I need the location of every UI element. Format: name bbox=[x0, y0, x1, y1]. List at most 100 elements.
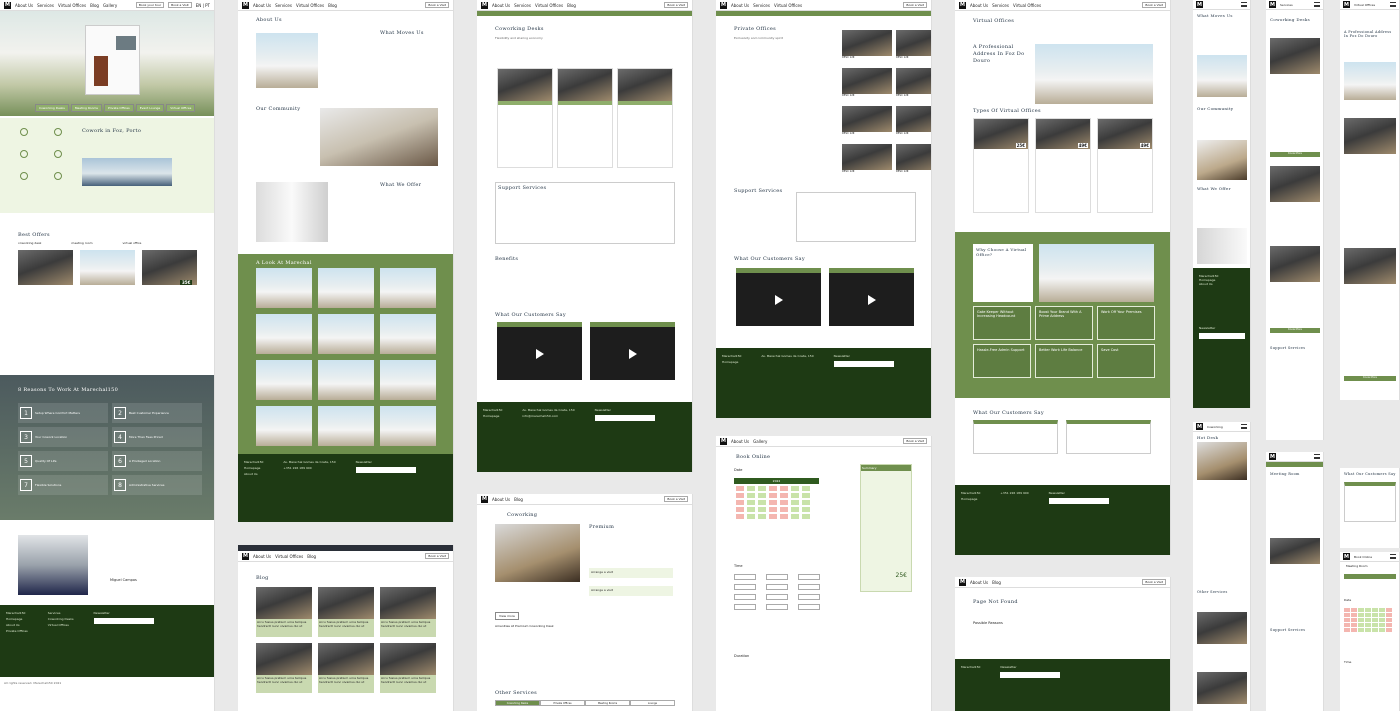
play-icon[interactable] bbox=[535, 348, 544, 359]
blog-card[interactable]: Arcu fusius pretium urna tempus hendreri… bbox=[380, 643, 436, 693]
calendar-day[interactable] bbox=[1344, 618, 1350, 622]
footer-link[interactable]: About Us bbox=[1199, 282, 1244, 286]
calendar-day[interactable] bbox=[1379, 613, 1385, 617]
desk-card[interactable] bbox=[497, 68, 553, 168]
virtual-card[interactable]: 49€ bbox=[1035, 118, 1091, 213]
calendar-day[interactable] bbox=[769, 493, 777, 498]
nav-blog[interactable]: Blog bbox=[514, 497, 523, 502]
video-card[interactable] bbox=[736, 268, 821, 326]
gallery-image[interactable] bbox=[380, 314, 436, 354]
calendar-day[interactable] bbox=[1379, 608, 1385, 612]
service-button[interactable]: Meeting Rooms bbox=[70, 104, 102, 112]
calendar-day[interactable] bbox=[1386, 618, 1392, 622]
book-visit-button[interactable]: Book a Visit bbox=[903, 438, 927, 444]
nav-about[interactable]: About Us bbox=[492, 497, 510, 502]
calendar-day[interactable] bbox=[769, 486, 777, 491]
calendar-day[interactable] bbox=[1386, 623, 1392, 627]
gallery-image[interactable] bbox=[380, 406, 436, 446]
language-switch[interactable]: EN | PT bbox=[196, 3, 210, 8]
calendar-day[interactable] bbox=[1372, 628, 1378, 632]
calendar-day[interactable] bbox=[1365, 608, 1371, 612]
newsletter-input[interactable] bbox=[93, 618, 154, 624]
service-button[interactable]: Coworking Desks bbox=[35, 104, 69, 112]
gallery-image[interactable] bbox=[380, 268, 436, 308]
office-card[interactable]: DESC 12€ bbox=[842, 106, 892, 140]
calendar-day[interactable] bbox=[736, 514, 744, 519]
blog-card[interactable]: Arcu fusius pretium urna tempus hendreri… bbox=[256, 587, 312, 637]
arrange-visit-card[interactable]: Arrange a visit bbox=[589, 568, 673, 578]
logo[interactable]: M bbox=[1196, 423, 1203, 430]
logo[interactable]: M bbox=[481, 495, 488, 503]
nav-about[interactable]: About Us bbox=[15, 3, 33, 8]
calendar-day[interactable] bbox=[1365, 623, 1371, 627]
arrange-visit-card[interactable]: Arrange a visit bbox=[589, 586, 673, 596]
calendar-day[interactable] bbox=[758, 507, 766, 512]
calendar-day[interactable] bbox=[780, 493, 788, 498]
footer-link[interactable]: About Us bbox=[6, 623, 28, 627]
calendar-day[interactable] bbox=[791, 514, 799, 519]
book-visit-button[interactable]: Book a Visit bbox=[168, 2, 192, 8]
book-visit-button[interactable]: Book a Visit bbox=[425, 553, 449, 559]
calendar-day[interactable] bbox=[1351, 623, 1357, 627]
calendar-day[interactable] bbox=[758, 514, 766, 519]
footer-link[interactable]: Coworking Desks bbox=[48, 617, 74, 621]
blog-card[interactable]: Arcu fusius pretium urna tempus hendreri… bbox=[256, 643, 312, 693]
service-button[interactable]: Event Lounge bbox=[135, 104, 165, 112]
calendar-day[interactable] bbox=[1358, 623, 1364, 627]
desk-card[interactable] bbox=[557, 68, 613, 168]
calendar-day[interactable] bbox=[1351, 618, 1357, 622]
menu-icon[interactable] bbox=[1241, 424, 1247, 429]
calendar-day[interactable] bbox=[780, 507, 788, 512]
know-more-button[interactable]: Know More bbox=[1270, 152, 1320, 157]
calendar-day[interactable] bbox=[736, 493, 744, 498]
footer-link[interactable]: Private Offices bbox=[6, 629, 28, 633]
calendar-day[interactable] bbox=[1344, 623, 1350, 627]
menu-icon[interactable] bbox=[1390, 2, 1396, 7]
calendar-day[interactable] bbox=[1351, 628, 1357, 632]
calendar-day[interactable] bbox=[1344, 613, 1350, 617]
video-card[interactable] bbox=[590, 322, 675, 380]
calendar-day[interactable] bbox=[1351, 613, 1357, 617]
calendar-day[interactable] bbox=[1386, 613, 1392, 617]
time-slot[interactable] bbox=[798, 594, 820, 600]
nav-about[interactable]: About Us bbox=[253, 554, 271, 559]
nav-services[interactable]: Services bbox=[275, 3, 292, 8]
newsletter-input[interactable] bbox=[1000, 672, 1061, 678]
nav-gallery[interactable]: Gallery bbox=[103, 3, 117, 8]
menu-icon[interactable] bbox=[1390, 554, 1396, 559]
nav-services[interactable]: Services bbox=[753, 3, 770, 8]
newsletter-input[interactable] bbox=[1199, 333, 1245, 339]
office-card[interactable]: DESC 12€ bbox=[896, 68, 931, 102]
calendar-day[interactable] bbox=[758, 500, 766, 505]
gallery-image[interactable] bbox=[318, 406, 374, 446]
video-card[interactable] bbox=[497, 322, 582, 380]
calendar-day[interactable] bbox=[769, 500, 777, 505]
nav-gallery[interactable]: Gallery bbox=[753, 439, 767, 444]
menu-icon[interactable] bbox=[1314, 2, 1320, 7]
nav-blog[interactable]: Blog bbox=[992, 580, 1001, 585]
calendar-day[interactable] bbox=[1386, 628, 1392, 632]
service-button[interactable]: Private Offices bbox=[103, 104, 134, 112]
footer-link[interactable]: Homepage bbox=[6, 617, 28, 621]
calendar-day[interactable] bbox=[1358, 613, 1364, 617]
view-more-button[interactable]: View more bbox=[495, 612, 519, 620]
nav-about[interactable]: About Us bbox=[970, 580, 988, 585]
footer-link[interactable]: Homepage bbox=[961, 497, 980, 501]
logo[interactable]: M bbox=[959, 578, 966, 586]
calendar-day[interactable] bbox=[736, 486, 744, 491]
logo[interactable]: M bbox=[242, 552, 249, 560]
calendar-day[interactable] bbox=[747, 500, 755, 505]
time-slot[interactable] bbox=[734, 604, 756, 610]
logo[interactable]: M bbox=[1269, 1, 1276, 8]
calendar-day[interactable] bbox=[747, 486, 755, 491]
calendar-day[interactable] bbox=[1365, 628, 1371, 632]
calendar-day[interactable] bbox=[758, 486, 766, 491]
tab-private[interactable]: Private Offices bbox=[540, 700, 585, 706]
nav-about[interactable]: About Us bbox=[492, 3, 510, 8]
nav-blog[interactable]: Blog bbox=[567, 3, 576, 8]
time-slot[interactable] bbox=[734, 574, 756, 580]
calendar-day[interactable] bbox=[1358, 628, 1364, 632]
office-card[interactable]: DESC 12€ bbox=[842, 144, 892, 178]
tab-meeting[interactable]: Meeting Rooms bbox=[585, 700, 630, 706]
footer-link[interactable]: Virtual Offices bbox=[48, 623, 74, 627]
